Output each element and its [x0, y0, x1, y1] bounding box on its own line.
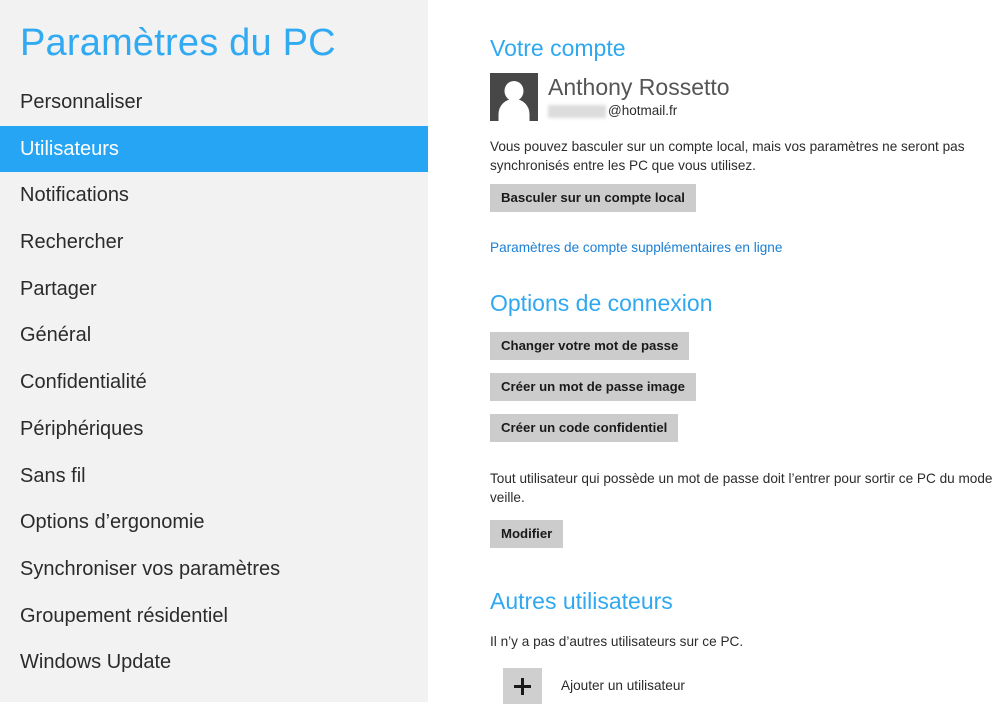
plus-icon[interactable] [503, 668, 542, 704]
pc-settings-window: Paramètres du PC Personnaliser Utilisate… [0, 0, 1000, 704]
sleep-password-description: Tout utilisateur qui possède un mot de p… [490, 471, 993, 505]
create-pin-button[interactable]: Créer un code confidentiel [490, 414, 679, 442]
create-picture-password-button[interactable]: Créer un mot de passe image [490, 373, 696, 401]
sleep-modify-button-wrap: Modifier [490, 520, 995, 548]
sidebar-item-utilisateurs[interactable]: Utilisateurs [0, 125, 428, 173]
other-users-heading: Autres utilisateurs [490, 588, 673, 614]
create-pin-button-wrap: Créer un code confidentiel [490, 414, 995, 442]
sidebar-item-notifications[interactable]: Notifications [0, 172, 428, 219]
signin-options-heading: Options de connexion [490, 290, 713, 316]
sidebar-item-rechercher[interactable]: Rechercher [0, 219, 428, 266]
settings-sidebar: Paramètres du PC Personnaliser Utilisate… [0, 0, 428, 702]
sidebar-item-windows-update[interactable]: Windows Update [0, 639, 428, 686]
online-account-settings-row: Paramètres de compte supplémentaires en … [490, 239, 995, 257]
change-password-button[interactable]: Changer votre mot de passe [490, 332, 690, 360]
account-identity-row: Anthony Rossetto @hotmail.fr [490, 73, 995, 121]
modify-sleep-password-button[interactable]: Modifier [490, 520, 564, 548]
account-text-block: Anthony Rossetto @hotmail.fr [548, 73, 730, 120]
switch-account-button-wrap: Basculer sur un compte local [490, 184, 995, 212]
switch-account-description: Vous pouvez basculer sur un compte local… [490, 139, 965, 173]
email-redaction-block [548, 104, 606, 118]
user-email: @hotmail.fr [548, 102, 730, 120]
other-users-section: Autres utilisateurs Il n’y a pas d’autre… [490, 587, 995, 704]
sidebar-item-peripheriques[interactable]: Périphériques [0, 406, 428, 453]
add-user-label: Ajouter un utilisateur [561, 678, 685, 693]
sidebar-item-sans-fil[interactable]: Sans fil [0, 453, 428, 500]
signin-options-section: Options de connexion Changer votre mot d… [490, 289, 995, 548]
sidebar-item-general[interactable]: Général [0, 312, 428, 359]
sidebar-item-synchroniser[interactable]: Synchroniser vos paramètres [0, 546, 428, 593]
sidebar-item-groupement-residentiel[interactable]: Groupement résidentiel [0, 593, 428, 640]
sidebar-item-options-ergonomie[interactable]: Options d’ergonomie [0, 499, 428, 546]
add-user-row[interactable]: Ajouter un utilisateur [503, 668, 995, 704]
change-password-button-wrap: Changer votre mot de passe [490, 332, 995, 360]
avatar-body-shape [498, 99, 530, 121]
settings-nav-list: Personnaliser Utilisateurs Notifications… [0, 79, 428, 686]
sidebar-item-partager[interactable]: Partager [0, 266, 428, 313]
sidebar-item-personnaliser[interactable]: Personnaliser [0, 79, 428, 126]
page-title: Paramètres du PC [20, 22, 336, 64]
user-display-name: Anthony Rossetto [548, 74, 730, 100]
sidebar-item-confidentialite[interactable]: Confidentialité [0, 359, 428, 406]
no-other-users-text: Il n’y a pas d’autres utilisateurs sur c… [490, 634, 744, 649]
switch-to-local-account-button[interactable]: Basculer sur un compte local [490, 184, 696, 212]
email-domain: @hotmail.fr [608, 103, 678, 118]
user-silhouette-icon [490, 73, 538, 121]
create-picture-password-button-wrap: Créer un mot de passe image [490, 373, 995, 401]
avatar-head-shape [504, 81, 524, 101]
account-section: Votre compte Anthony Rossetto @hotmail.f… [490, 34, 995, 257]
account-section-heading: Votre compte [490, 35, 626, 61]
online-account-settings-link[interactable]: Paramètres de compte supplémentaires en … [490, 239, 782, 257]
settings-content-pane: Votre compte Anthony Rossetto @hotmail.f… [428, 0, 1000, 704]
